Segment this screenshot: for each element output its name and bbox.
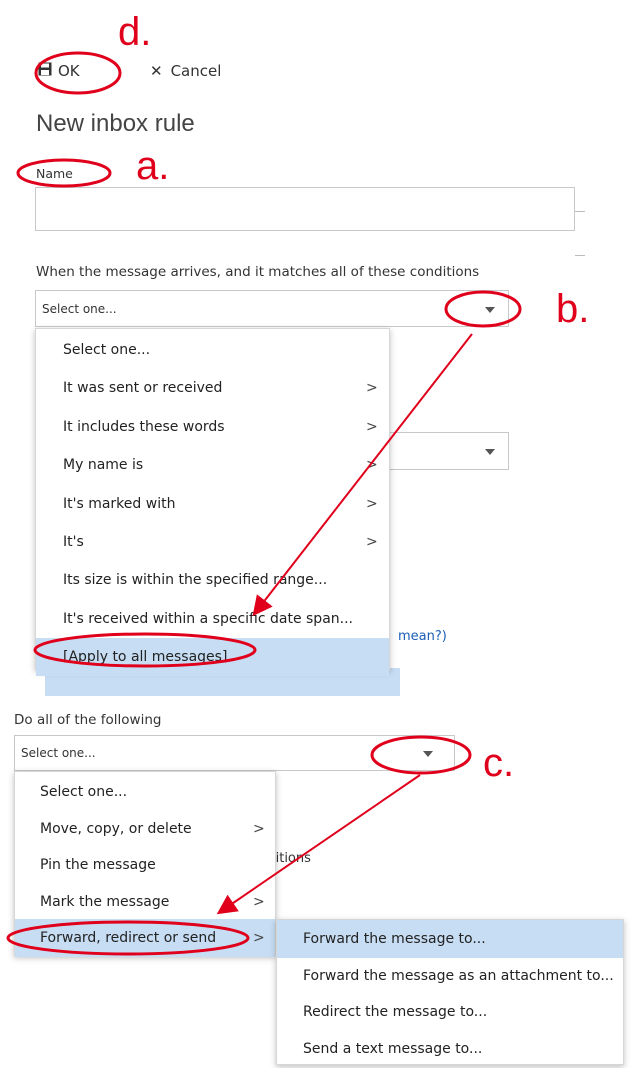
annotation-overlay [6, 51, 522, 956]
apply-all-ellipse [33, 632, 257, 668]
arrow-b [252, 333, 473, 617]
name-highlight-ellipse [16, 158, 112, 188]
arrow-c [216, 774, 421, 915]
ok-highlight-ellipse [34, 51, 122, 95]
forward-item-ellipse [6, 920, 250, 956]
actions-caret-ellipse [370, 735, 472, 775]
conditions-caret-ellipse [444, 290, 522, 328]
